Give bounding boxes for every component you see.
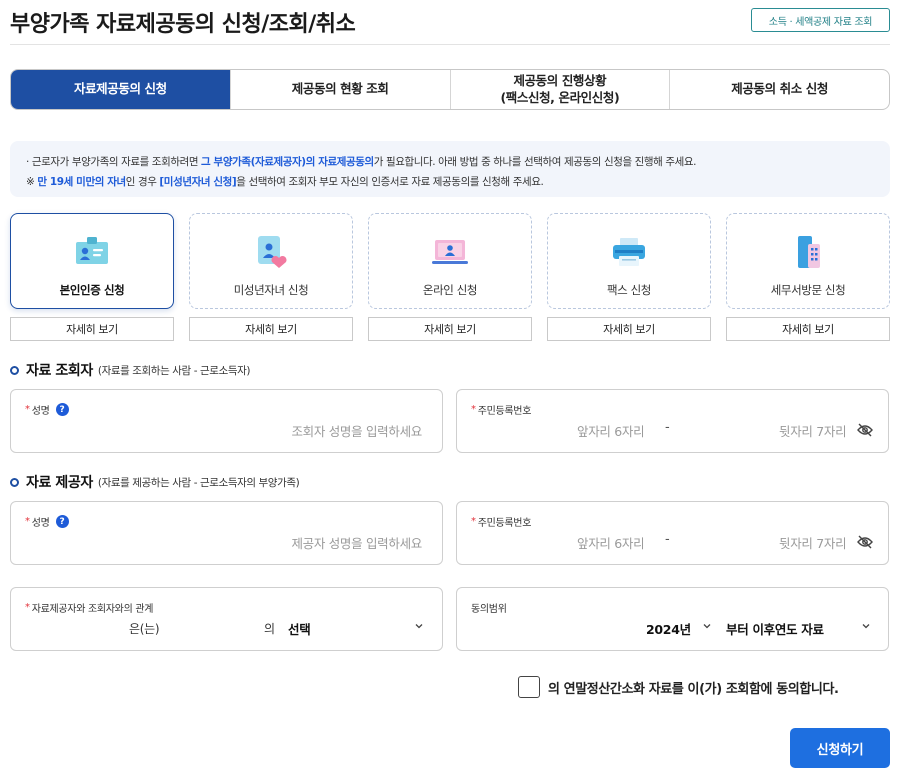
method-label: 온라인 신청: [422, 283, 478, 297]
notice-box: · 근로자가 부양가족의 자료를 조회하려면 그 부양가족(자료제공자)의 자료…: [10, 141, 890, 197]
chevron-down-icon[interactable]: [861, 621, 871, 631]
field-label-text: 주민등록번호: [477, 518, 532, 529]
deduction-lookup-link[interactable]: 소득 · 세액공제 자료 조회: [751, 8, 890, 32]
method-label: 세무서방문 신청: [770, 283, 846, 297]
method-label: 미성년자녀 신청: [233, 283, 309, 297]
bullet-ring-icon: [10, 477, 19, 487]
required-mark: *: [25, 404, 30, 415]
field-label: * 자료제공자와 조회자와의 관계: [25, 600, 153, 615]
tab-consent-progress-label: 제공동의 진행상황 (팩스신청, 온라인신청): [500, 72, 620, 105]
inquirer-rrn-front-input[interactable]: 앞자리 6자리: [577, 421, 645, 440]
field-label-text: 주민등록번호: [477, 406, 532, 417]
scope-year-select[interactable]: 2024년: [646, 619, 691, 638]
notice-text: · 근로자가 부양가족의 자료를 조회하려면: [26, 156, 202, 168]
required-mark: *: [25, 602, 30, 613]
building-icon: [798, 236, 820, 268]
chevron-down-icon[interactable]: [702, 621, 712, 631]
help-icon[interactable]: ?: [55, 515, 69, 528]
method-card-self-auth[interactable]: 본인인증 신청: [10, 213, 174, 309]
provider-rrn-back-input[interactable]: 뒷자리 7자리: [779, 533, 847, 552]
tab-consent-progress[interactable]: 제공동의 진행상황 (팩스신청, 온라인신청): [449, 70, 670, 109]
field-label: * 성명 ?: [25, 402, 69, 417]
detail-button-self-auth[interactable]: 자세히 보기: [10, 317, 174, 341]
relation-text: 의: [264, 622, 275, 636]
scope-range-select[interactable]: 부터 이후연도 자료: [726, 619, 824, 638]
notice-text: ※: [26, 176, 38, 188]
inquirer-name-field[interactable]: * 성명 ? 조회자 성명을 입력하세요: [10, 389, 443, 453]
detail-button-tax-office[interactable]: 자세히 보기: [726, 317, 890, 341]
detail-button-online[interactable]: 자세히 보기: [368, 317, 532, 341]
method-card-fax[interactable]: 팩스 신청: [547, 213, 711, 309]
method-label: 본인인증 신청: [59, 283, 125, 297]
bullet-ring-icon: [10, 365, 19, 375]
help-icon[interactable]: ?: [55, 403, 69, 416]
relation-select[interactable]: 선택: [288, 619, 311, 638]
field-label: * 성명 ?: [25, 514, 69, 529]
required-mark: *: [25, 516, 30, 527]
relation-field: * 자료제공자와 조회자와의 관계 은(는) 의 선택: [10, 587, 443, 651]
field-label-text: 성명: [31, 406, 50, 417]
notice-text: 인 경우: [125, 176, 160, 188]
field-label: 동의범위: [471, 600, 507, 615]
method-card-tax-office[interactable]: 세무서방문 신청: [726, 213, 890, 309]
child-heart-icon: [258, 236, 287, 268]
section-subtitle: (자료를 조회하는 사람 - 근로소득자): [97, 364, 251, 377]
eye-off-icon[interactable]: [857, 423, 873, 437]
provider-rrn-field: * 주민등록번호 앞자리 6자리 - 뒷자리 7자리: [456, 501, 889, 565]
provider-name-field[interactable]: * 성명 ? 제공자 성명을 입력하세요: [10, 501, 443, 565]
inquirer-rrn-back-input[interactable]: 뒷자리 7자리: [779, 421, 847, 440]
consent-scope-field: 동의범위 2024년 부터 이후연도 자료: [456, 587, 889, 651]
required-mark: *: [471, 404, 476, 415]
inquirer-rrn-field: * 주민등록번호 앞자리 6자리 - 뒷자리 7자리: [456, 389, 889, 453]
notice-highlight: 그 부양가족(자료제공자)의 자료제공동의: [201, 156, 374, 168]
submit-button[interactable]: 신청하기: [790, 728, 890, 768]
provider-name-input[interactable]: 제공자 성명을 입력하세요: [291, 533, 422, 552]
field-label: * 주민등록번호: [471, 402, 531, 417]
consent-text: 의 연말정산간소화 자료를 이(가) 조회함에 동의합니다.: [548, 681, 839, 697]
tab-consent-cancel[interactable]: 제공동의 취소 신청: [669, 70, 889, 109]
field-label: * 주민등록번호: [471, 514, 531, 529]
provider-rrn-front-input[interactable]: 앞자리 6자리: [577, 533, 645, 552]
notice-highlight: [미성년자녀 신청]: [159, 176, 237, 188]
notice-line-2: ※ 만 19세 미만의 자녀인 경우 [미성년자녀 신청]을 선택하여 조회자 …: [26, 172, 874, 192]
tab-bar: 자료제공동의 신청 제공동의 현황 조회 제공동의 진행상황 (팩스신청, 온라…: [10, 69, 890, 110]
tab-consent-status[interactable]: 제공동의 현황 조회: [229, 70, 450, 109]
method-card-minor-child[interactable]: 미성년자녀 신청: [189, 213, 353, 309]
fax-printer-icon: [613, 238, 645, 266]
page-title: 부양가족 자료제공동의 신청/조회/취소: [10, 12, 356, 37]
field-label-text: 동의범위: [471, 604, 507, 615]
field-label-text: 자료제공자와 조회자와의 관계: [31, 604, 154, 615]
notice-highlight: 만 19세 미만의 자녀: [37, 176, 126, 188]
section-title: 자료 제공자: [26, 475, 93, 491]
notice-text: 가 필요합니다. 아래 방법 중 하나를 선택하여 제공동의 신청을 진행해 주…: [373, 156, 697, 168]
consent-agreement: 의 연말정산간소화 자료를 이(가) 조회함에 동의합니다.: [518, 676, 839, 698]
consent-checkbox[interactable]: [518, 676, 540, 698]
method-label: 팩스 신청: [607, 283, 651, 297]
rrn-separator: -: [665, 532, 670, 547]
inquirer-section-heading: 자료 조회자 (자료를 조회하는 사람 - 근로소득자): [10, 360, 250, 380]
id-card-icon: [76, 237, 108, 264]
eye-off-icon[interactable]: [857, 535, 873, 549]
method-card-online[interactable]: 온라인 신청: [368, 213, 532, 309]
tab-consent-apply[interactable]: 자료제공동의 신청: [11, 70, 230, 109]
detail-button-fax[interactable]: 자세히 보기: [547, 317, 711, 341]
relation-text: 은(는): [129, 622, 160, 636]
required-mark: *: [471, 516, 476, 527]
section-subtitle: (자료를 제공하는 사람 - 근로소득자의 부양가족): [97, 476, 300, 489]
notice-line-1: · 근로자가 부양가족의 자료를 조회하려면 그 부양가족(자료제공자)의 자료…: [26, 152, 874, 172]
title-divider: [10, 44, 890, 45]
rrn-separator: -: [665, 420, 670, 435]
laptop-icon: [432, 240, 468, 264]
chevron-down-icon[interactable]: [414, 621, 424, 631]
field-label-text: 성명: [31, 518, 50, 529]
section-title: 자료 조회자: [26, 363, 93, 379]
inquirer-name-input[interactable]: 조회자 성명을 입력하세요: [291, 421, 422, 440]
notice-text: 을 선택하여 조회자 부모 자신의 인증서로 자료 제공동의를 신청해 주세요.: [236, 176, 544, 188]
provider-section-heading: 자료 제공자 (자료를 제공하는 사람 - 근로소득자의 부양가족): [10, 472, 300, 492]
detail-button-minor-child[interactable]: 자세히 보기: [189, 317, 353, 341]
